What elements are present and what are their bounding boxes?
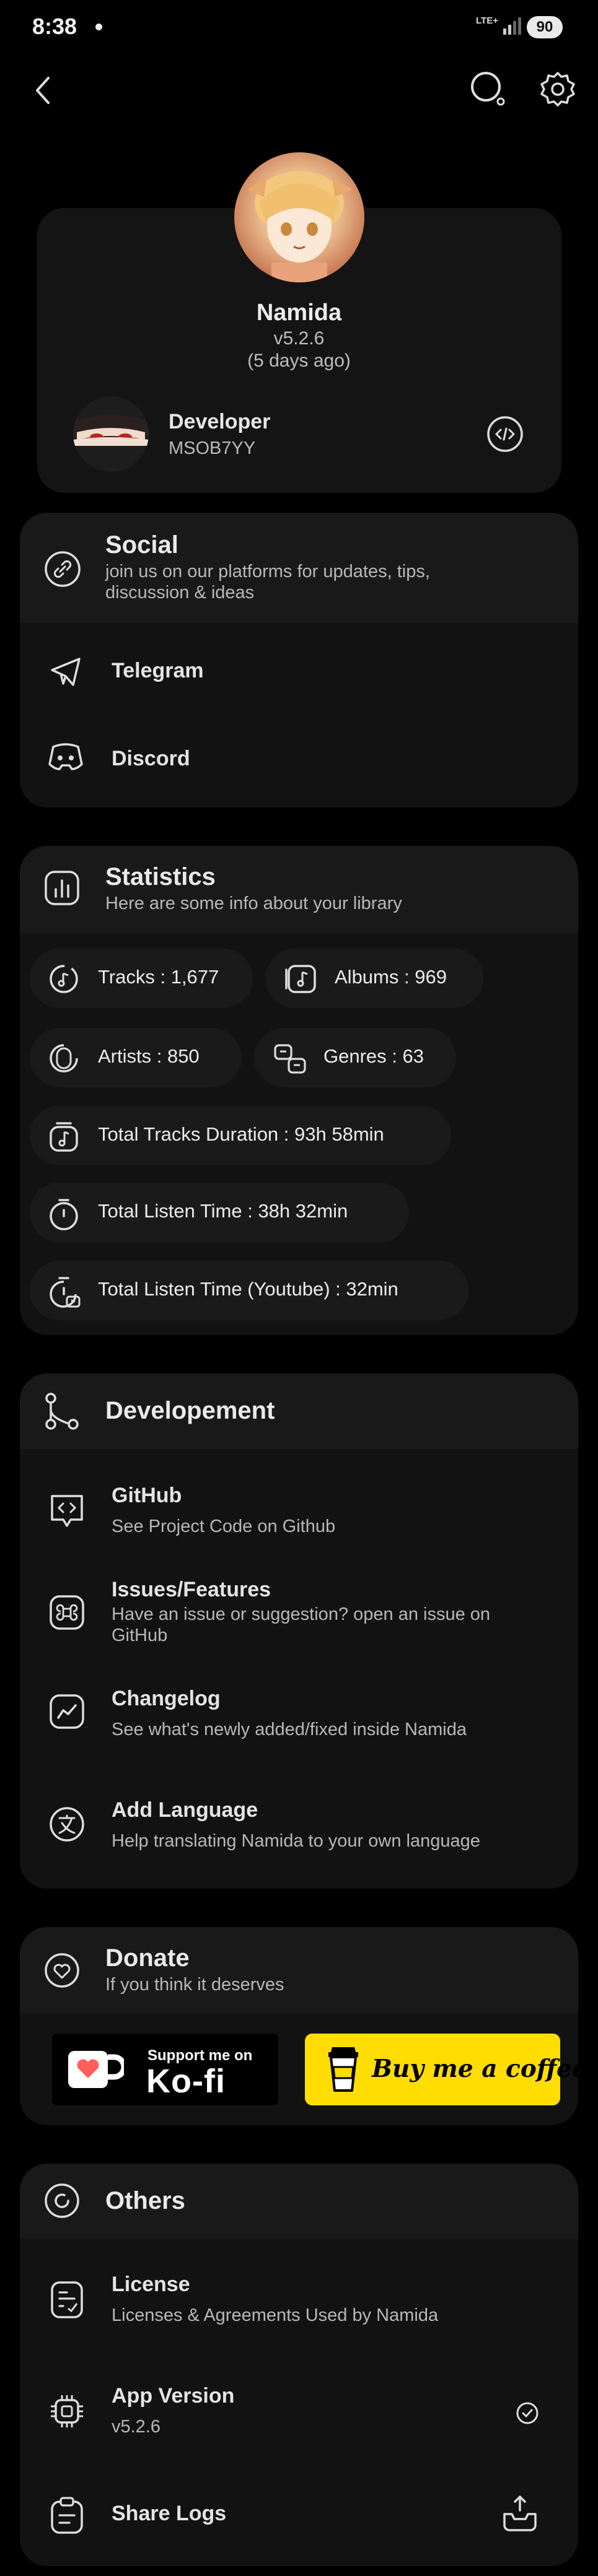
status-bar: 8:38 LTE+ 90 bbox=[0, 0, 598, 56]
social-subtitle-1: join us on our platforms for updates, ti… bbox=[105, 562, 430, 581]
battery-indicator: 90 bbox=[527, 16, 563, 38]
others-header bbox=[20, 2164, 578, 2239]
translate-icon bbox=[50, 1807, 84, 1842]
chart-icon bbox=[45, 871, 79, 905]
app-avatar bbox=[234, 152, 364, 282]
code-bubble-icon bbox=[51, 1495, 83, 1527]
stat-genres-label: Genres : 63 bbox=[323, 1045, 424, 1067]
document-icon bbox=[51, 2281, 83, 2318]
refresh-circle-icon bbox=[45, 2183, 79, 2218]
stat-albums-label: Albums : 969 bbox=[335, 966, 447, 988]
stat-listen-time: Total Listen Time : 38h 32min bbox=[30, 1183, 409, 1242]
chip-icon bbox=[51, 2395, 83, 2427]
dev-item-subtitle: See what's newly added/fixed inside Nami… bbox=[112, 1720, 467, 1739]
dev-item-subtitle: Help translating Namida to your own lang… bbox=[112, 1831, 480, 1851]
others-item-subtitle: v5.2.6 bbox=[112, 2417, 160, 2437]
discord-icon bbox=[48, 743, 83, 770]
music-box-icon bbox=[50, 1122, 78, 1152]
others-item-title: Share Logs bbox=[112, 2502, 227, 2525]
others-item-subtitle: Licenses & Agreements Used by Namida bbox=[112, 2305, 439, 2325]
social-item-label: Discord bbox=[112, 747, 190, 770]
link-icon bbox=[45, 551, 81, 587]
others-title: Others bbox=[105, 2187, 185, 2214]
coffee-cup-icon bbox=[328, 2047, 358, 2092]
stat-albums: Albums : 969 bbox=[265, 949, 483, 1008]
social-subtitle-2: discussion & ideas bbox=[105, 583, 255, 603]
social-title: Social bbox=[105, 531, 178, 559]
network-type: LTE+ bbox=[476, 15, 498, 26]
statistics-title: Statistics bbox=[105, 863, 216, 890]
clock: 8:38 bbox=[32, 14, 77, 39]
development-title: Developement bbox=[105, 1397, 275, 1424]
telegram-icon bbox=[51, 658, 81, 686]
donate-title: Donate bbox=[105, 1944, 190, 1972]
donate-header bbox=[20, 1927, 578, 2014]
dev-item-github[interactable]: GitHub See Project Code on Github bbox=[20, 1470, 578, 1563]
social-item-label: Telegram bbox=[112, 659, 204, 682]
stat-tracks: Tracks : 1,677 bbox=[30, 949, 253, 1008]
clipboard-icon bbox=[51, 2497, 83, 2534]
dev-item-title: Add Language bbox=[112, 1798, 258, 1822]
stat-tracks-label: Tracks : 1,677 bbox=[98, 966, 219, 988]
developer-role: Developer bbox=[169, 410, 271, 433]
stat-artists: Artists : 850 bbox=[30, 1028, 242, 1087]
stat-total-duration-label: Total Tracks Duration : 93h 58min bbox=[98, 1123, 384, 1145]
others-item-title: License bbox=[112, 2273, 190, 2296]
share-icon[interactable] bbox=[499, 2493, 540, 2534]
stat-listen-time-youtube: Total Listen Time (Youtube) : 32min bbox=[30, 1261, 468, 1320]
app-name: Namida bbox=[256, 300, 342, 326]
social-item-discord[interactable]: Discord bbox=[20, 724, 578, 793]
notification-dot bbox=[95, 24, 102, 30]
buy-me-a-coffee-button[interactable]: Buy me a coffee bbox=[305, 2034, 587, 2105]
dev-item-subtitle: See Project Code on Github bbox=[112, 1516, 336, 1536]
kofi-cup-icon bbox=[68, 2051, 124, 2088]
developer-avatar[interactable] bbox=[73, 396, 149, 472]
app-version: v5.2.6 bbox=[273, 328, 325, 349]
timer-icon bbox=[50, 1199, 78, 1230]
signal-icon bbox=[503, 17, 521, 35]
gear-icon[interactable] bbox=[538, 69, 578, 109]
kofi-button[interactable]: Support me on Ko-fi bbox=[52, 2034, 278, 2105]
check-circle-icon bbox=[516, 2402, 539, 2424]
dev-item-issues[interactable]: Issues/Features Have an issue or suggest… bbox=[20, 1569, 578, 1662]
heart-icon bbox=[45, 1953, 79, 1988]
stat-genres: Genres : 63 bbox=[254, 1028, 456, 1087]
artist-icon bbox=[50, 1044, 78, 1073]
stat-total-duration: Total Tracks Duration : 93h 58min bbox=[30, 1106, 451, 1165]
trend-icon bbox=[50, 1694, 84, 1729]
others-item-share-logs[interactable]: Share Logs bbox=[20, 2479, 578, 2554]
git-branch-icon bbox=[45, 1393, 79, 1430]
others-item-license[interactable]: License Licenses & Agreements Used by Na… bbox=[20, 2256, 578, 2349]
disc-icon bbox=[50, 965, 78, 993]
album-icon bbox=[285, 965, 316, 993]
timer-youtube-icon bbox=[50, 1277, 81, 1308]
bmc-label: Buy me a coffee bbox=[372, 2055, 587, 2083]
others-item-app-version[interactable]: App Version v5.2.6 bbox=[20, 2368, 578, 2461]
release-age: (5 days ago) bbox=[247, 350, 351, 371]
social-item-telegram[interactable]: Telegram bbox=[20, 638, 578, 706]
code-icon[interactable] bbox=[486, 415, 524, 453]
dev-item-title: Issues/Features bbox=[112, 1578, 271, 1601]
dev-item-add-language[interactable]: Add Language Help translating Namida to … bbox=[20, 1780, 578, 1873]
stat-artists-label: Artists : 850 bbox=[98, 1045, 200, 1067]
dev-item-subtitle-1: Have an issue or suggestion? open an iss… bbox=[112, 1604, 491, 1624]
statistics-subtitle: Here are some info about your library bbox=[105, 894, 402, 913]
others-item-title: App Version bbox=[112, 2384, 235, 2408]
dev-item-subtitle-2: GitHub bbox=[112, 1625, 168, 1645]
about-page: { "status_bar": {"time": "8:38", "networ… bbox=[0, 0, 598, 2576]
dev-item-changelog[interactable]: Changelog See what's newly added/fixed i… bbox=[20, 1668, 578, 1761]
development-header bbox=[20, 1373, 578, 1449]
chevron-left-icon[interactable] bbox=[31, 74, 56, 107]
statistics-header bbox=[20, 846, 578, 934]
kofi-brand: Ko-fi bbox=[146, 2063, 226, 2100]
developer-name: MSOB7YY bbox=[169, 438, 256, 458]
command-icon bbox=[50, 1595, 84, 1630]
stat-listen-time-label: Total Listen Time : 38h 32min bbox=[98, 1200, 348, 1222]
stat-listen-time-youtube-label: Total Listen Time (Youtube) : 32min bbox=[98, 1278, 398, 1300]
dev-item-title: Changelog bbox=[112, 1687, 221, 1710]
donate-subtitle: If you think it deserves bbox=[105, 1975, 284, 1995]
dev-item-title: GitHub bbox=[112, 1484, 182, 1507]
search-icon[interactable] bbox=[468, 69, 508, 109]
genre-icon bbox=[274, 1044, 306, 1074]
